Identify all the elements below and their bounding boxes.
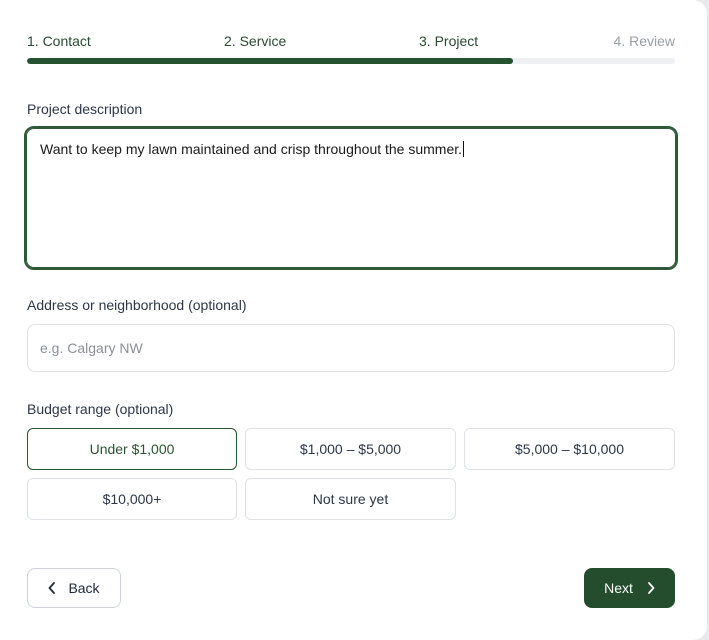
step-progress-bar <box>27 58 675 64</box>
budget-option-1000-5000[interactable]: $1,000 – $5,000 <box>245 428 456 470</box>
project-description-value: Want to keep my lawn maintained and cris… <box>40 141 463 157</box>
budget-option-5000-10000[interactable]: $5,000 – $10,000 <box>464 428 675 470</box>
project-description-label: Project description <box>27 101 143 117</box>
form-card: 1. Contact 2. Service 3. Project 4. Revi… <box>0 0 707 640</box>
back-button[interactable]: Back <box>27 568 121 608</box>
address-label: Address or neighborhood (optional) <box>27 297 247 313</box>
budget-label: Budget range (optional) <box>27 401 174 417</box>
chevron-right-icon <box>647 582 655 594</box>
back-button-label: Back <box>68 580 100 596</box>
budget-option-under-1000[interactable]: Under $1,000 <box>27 428 237 470</box>
project-description-textarea[interactable]: Want to keep my lawn maintained and cris… <box>24 126 678 270</box>
stepper: 1. Contact 2. Service 3. Project 4. Revi… <box>27 33 675 51</box>
step-progress-fill <box>27 58 513 64</box>
step-review: 4. Review <box>613 33 675 49</box>
chevron-left-icon <box>48 582 56 594</box>
budget-option-not-sure[interactable]: Not sure yet <box>245 478 456 520</box>
text-caret <box>463 141 465 157</box>
next-button[interactable]: Next <box>584 568 675 608</box>
step-service[interactable]: 2. Service <box>224 33 286 49</box>
step-contact[interactable]: 1. Contact <box>27 33 91 49</box>
address-input[interactable] <box>27 324 675 372</box>
step-project[interactable]: 3. Project <box>419 33 478 49</box>
budget-option-10000-plus[interactable]: $10,000+ <box>27 478 237 520</box>
next-button-label: Next <box>604 580 633 596</box>
